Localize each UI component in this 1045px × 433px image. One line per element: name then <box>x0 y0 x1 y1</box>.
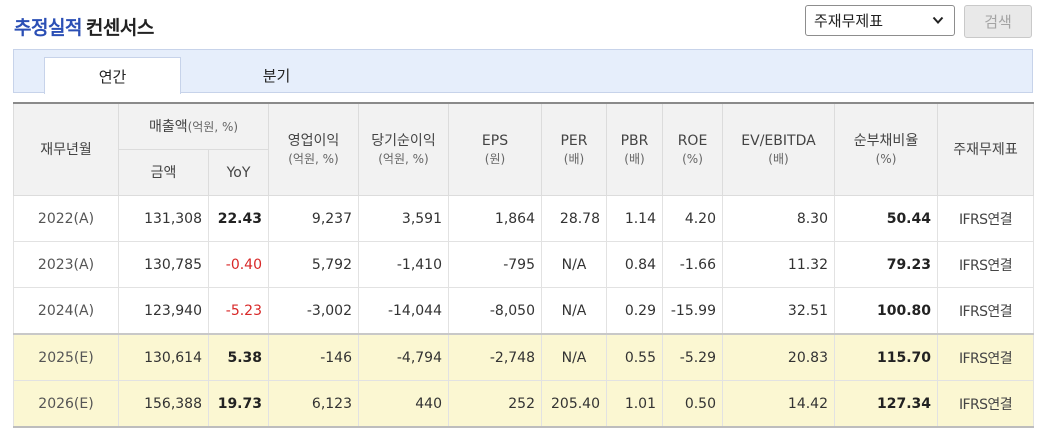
tab-quarterly[interactable]: 분기 <box>208 57 345 93</box>
header-operating-profit: 영업이익 (억원, %) <box>268 102 359 196</box>
select-value: 주재무제표 <box>814 12 884 30</box>
table-row: 2024(A) 123,940 -5.23 -3,002 -14,044 -8,… <box>13 287 1034 335</box>
header-per: PER (배) <box>541 102 607 196</box>
header-sales-yoy: YoY <box>208 149 269 196</box>
header-eps: EPS (원) <box>448 102 542 196</box>
table-row: 2022(A) 131,308 22.43 9,237 3,591 1,864 … <box>13 195 1034 242</box>
title-estimate: 추정실적 <box>14 17 82 39</box>
header-sales-amount: 금액 <box>118 149 209 196</box>
section-title: 추정실적 컨센서스 <box>14 13 154 40</box>
table-row: 2023(A) 130,785 -0.40 5,792 -1,410 -795 … <box>13 241 1034 288</box>
header-net-debt-ratio: 순부채비율 (%) <box>834 102 938 196</box>
search-button[interactable]: 검색 <box>964 5 1032 38</box>
header-period: 재무년월 <box>13 102 119 196</box>
header-ev-ebitda: EV/EBITDA (배) <box>722 102 835 196</box>
statement-type-select[interactable]: 주재무제표 <box>805 5 955 36</box>
chevron-down-icon <box>932 16 944 24</box>
table-row-estimate: 2025(E) 130,614 5.38 -146 -4,794 -2,748 … <box>13 333 1034 381</box>
tab-annual[interactable]: 연간 <box>44 57 181 94</box>
period-tabs: 연간 분기 <box>13 49 1033 94</box>
header-roe: ROE (%) <box>662 102 723 196</box>
table-row-estimate: 2026(E) 156,388 19.73 6,123 440 252 205.… <box>13 380 1034 428</box>
header-pbr: PBR (배) <box>606 102 663 196</box>
title-consensus: 컨센서스 <box>85 17 154 39</box>
header-net-income: 당기순이익 (억원, %) <box>358 102 449 196</box>
header-sales: 매출액(억원, %) <box>118 102 269 150</box>
consensus-table: 재무년월 매출액(억원, %) 영업이익 (억원, %) 당기순이익 (억원, %)… <box>13 102 1034 428</box>
header-financial-statement: 주재무제표 <box>937 102 1034 196</box>
